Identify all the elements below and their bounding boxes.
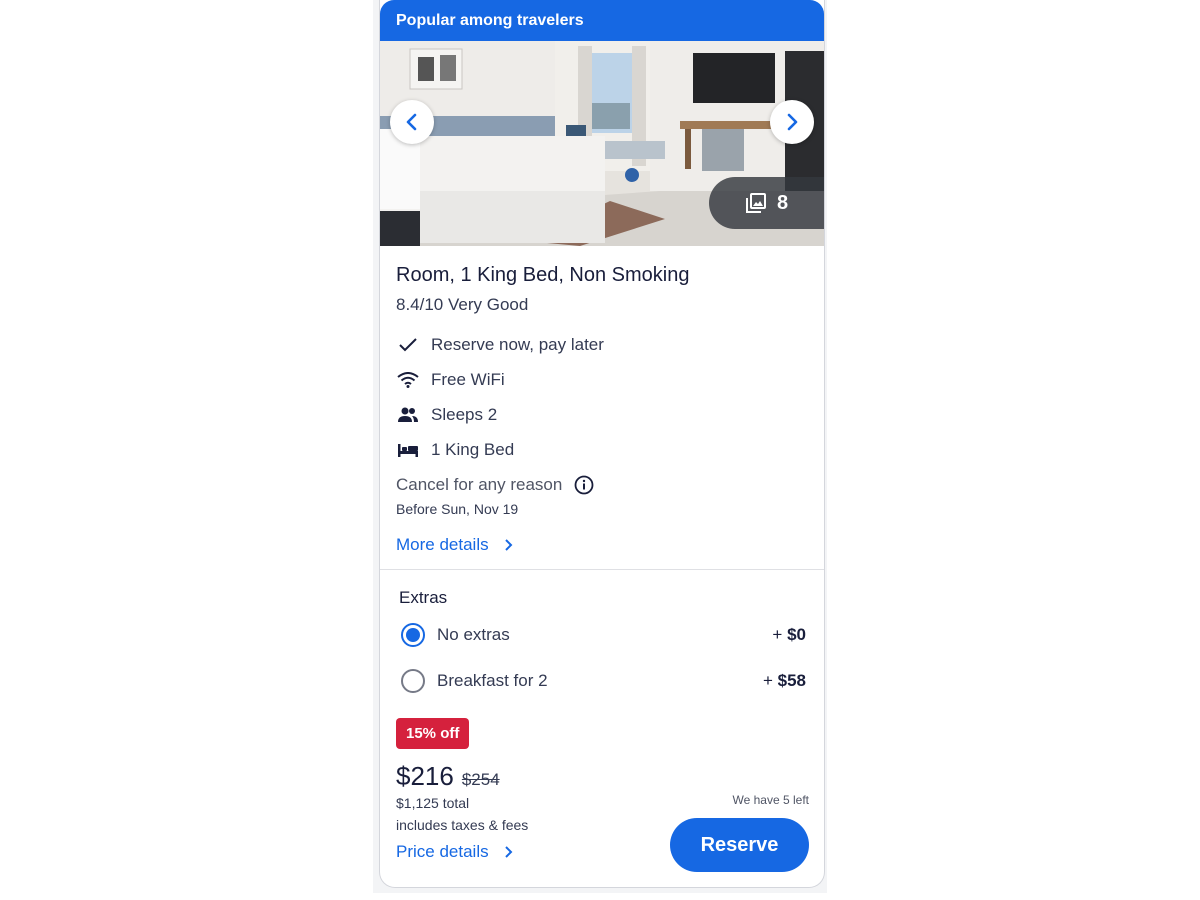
- more-details-link[interactable]: More details: [396, 535, 808, 555]
- taxes-note: includes taxes & fees: [396, 817, 529, 833]
- option-label: Breakfast for 2: [437, 671, 548, 690]
- photo-count: 8: [776, 191, 789, 214]
- reserve-button[interactable]: Reserve: [670, 818, 809, 872]
- check-icon: [399, 337, 417, 351]
- chevron-right-icon: [787, 113, 798, 131]
- amenity-label: Sleeps 2: [431, 404, 498, 424]
- room-photo-carousel[interactable]: 8: [380, 41, 824, 246]
- amenity-sleeps: Sleeps 2: [396, 397, 808, 432]
- amenities-list: Reserve now, pay later Free WiFi Sleeps …: [396, 327, 808, 467]
- next-photo-button[interactable]: [770, 100, 814, 144]
- original-price: $254: [461, 770, 500, 789]
- option-price: + $0: [772, 625, 806, 644]
- cancellation-policy: Cancel for any reason: [396, 475, 808, 495]
- previous-photo-button[interactable]: [390, 100, 434, 144]
- cancellation-date: Before Sun, Nov 19: [396, 501, 519, 517]
- extra-option-breakfast[interactable]: Breakfast for 2 + $58: [399, 658, 806, 704]
- chevron-right-icon: [504, 846, 513, 858]
- wifi-icon: [397, 371, 419, 388]
- room-offer-card: Popular among travelers 8 Room, 1 King B…: [379, 0, 825, 888]
- more-details-label: More details: [396, 535, 489, 554]
- option-price: + $58: [762, 671, 806, 690]
- extra-option-no-extras[interactable]: No extras + $0: [399, 612, 806, 658]
- price-details-link[interactable]: Price details: [396, 842, 528, 862]
- chevron-left-icon: [406, 113, 417, 131]
- discount-badge: 15% off: [396, 718, 470, 749]
- amenity-label: 1 King Bed: [431, 439, 515, 459]
- info-icon[interactable]: [574, 475, 594, 495]
- photo-count-button[interactable]: 8: [709, 177, 824, 229]
- amenity-bed: 1 King Bed: [396, 432, 808, 467]
- radio-unselected[interactable]: [401, 669, 425, 693]
- extras-label: Extras: [399, 588, 448, 607]
- extras-section: Extras No extras + $0 Breakfast for 2 + …: [380, 570, 824, 704]
- room-title: Room, 1 King Bed, Non Smoking: [396, 264, 690, 286]
- total-price: $1,125 total: [396, 795, 470, 811]
- bed-icon: [398, 443, 418, 457]
- amenity-label: Reserve now, pay later: [431, 334, 604, 354]
- image-gallery-icon: [745, 193, 766, 213]
- popular-banner: Popular among travelers: [380, 0, 824, 41]
- amenity-wifi: Free WiFi: [396, 362, 808, 397]
- availability-note: We have 5 left: [732, 793, 810, 807]
- cancellation-label: Cancel for any reason: [396, 475, 563, 494]
- pricing-section: 15% off $216 $254 $1,125 total includes …: [396, 718, 528, 862]
- amenity-label: Free WiFi: [431, 369, 505, 389]
- people-icon: [398, 407, 418, 422]
- guest-rating: 8.4/10 Very Good: [396, 295, 529, 314]
- radio-selected[interactable]: [401, 623, 425, 647]
- price-details-label: Price details: [396, 842, 489, 861]
- amenity-pay-later: Reserve now, pay later: [396, 327, 808, 362]
- option-label: No extras: [437, 625, 510, 644]
- nightly-price: $216: [396, 761, 454, 791]
- chevron-right-icon: [504, 539, 513, 551]
